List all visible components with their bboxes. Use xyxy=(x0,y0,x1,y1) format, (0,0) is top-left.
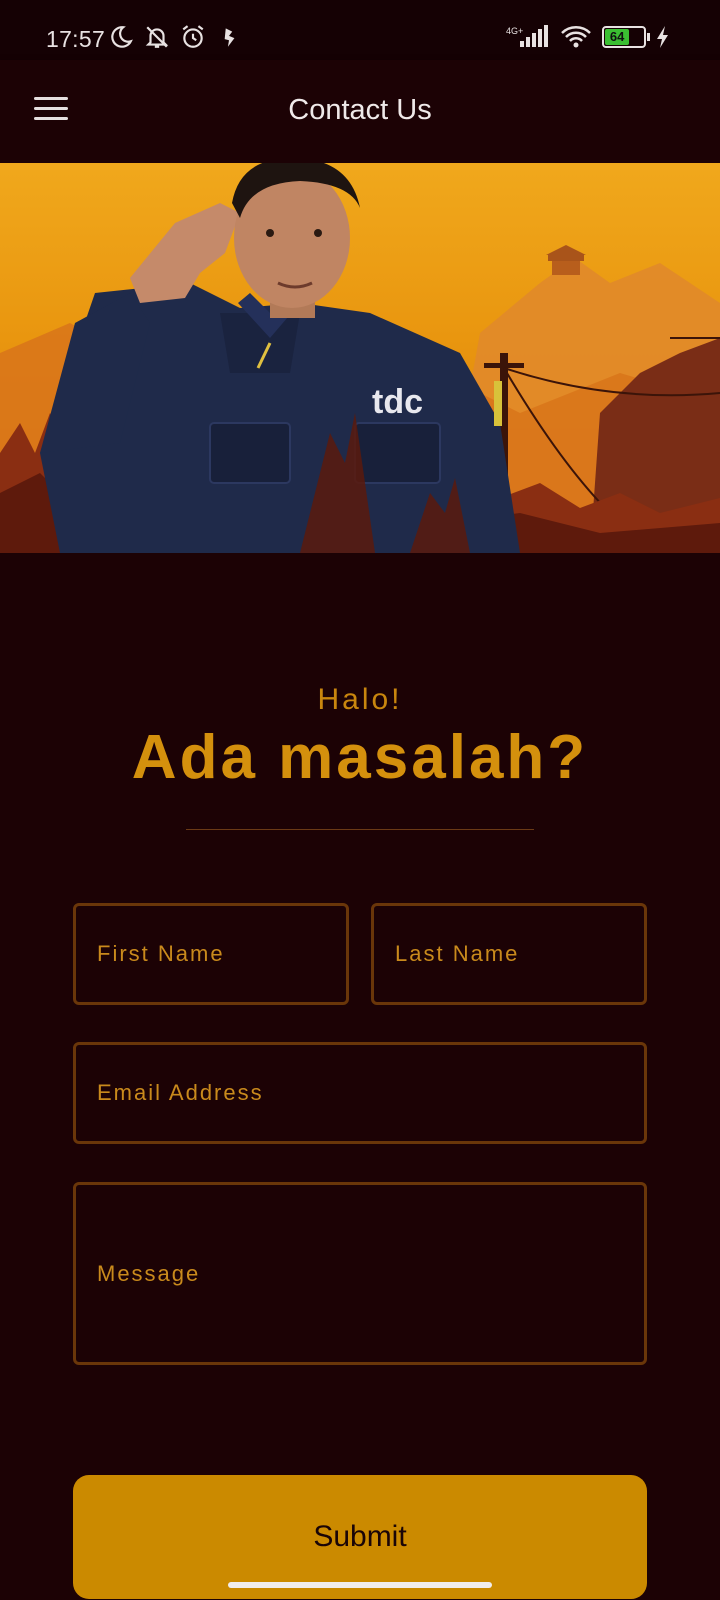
app-bar: Contact Us xyxy=(0,60,720,163)
submit-button[interactable]: Submit xyxy=(73,1475,647,1599)
battery-icon: 64 xyxy=(602,26,650,48)
status-left-icons xyxy=(108,24,242,50)
hero-banner: tdc xyxy=(0,163,720,553)
last-name-placeholder: Last Name xyxy=(395,941,520,966)
signal-strength-icon: 4G+ xyxy=(506,25,548,47)
home-indicator[interactable] xyxy=(228,1582,492,1588)
status-time: 17:57 xyxy=(46,26,106,52)
first-name-placeholder: First Name xyxy=(97,941,225,966)
divider xyxy=(186,829,534,830)
greeting-subtitle: Halo! xyxy=(317,683,403,716)
greeting-headline: Ada masalah? xyxy=(131,723,589,792)
status-bar: 17:57 4G+ 64 xyxy=(0,0,720,60)
shirt-logo: tdc xyxy=(372,383,423,421)
svg-text:4G+: 4G+ xyxy=(506,26,523,36)
page-title: Contact Us xyxy=(288,94,432,126)
battery-level: 64 xyxy=(605,29,630,45)
watchtower-icon xyxy=(546,245,586,275)
last-name-field[interactable]: Last Name xyxy=(371,903,647,1005)
hero-illustration: tdc xyxy=(0,163,720,553)
bell-off-icon xyxy=(145,26,169,48)
first-name-field[interactable]: First Name xyxy=(73,903,349,1005)
alarm-icon xyxy=(182,25,204,48)
status-right-icons: 4G+ 64 xyxy=(506,24,670,50)
email-placeholder: Email Address xyxy=(97,1080,264,1105)
message-field[interactable]: Message xyxy=(73,1182,647,1365)
moon-icon xyxy=(111,26,133,48)
app-notification-icon xyxy=(224,28,235,47)
email-field[interactable]: Email Address xyxy=(73,1042,647,1144)
wifi-icon xyxy=(561,26,591,48)
message-placeholder: Message xyxy=(97,1260,201,1286)
charging-bolt-icon xyxy=(657,26,668,48)
person-saluting-illustration: tdc xyxy=(40,163,520,553)
